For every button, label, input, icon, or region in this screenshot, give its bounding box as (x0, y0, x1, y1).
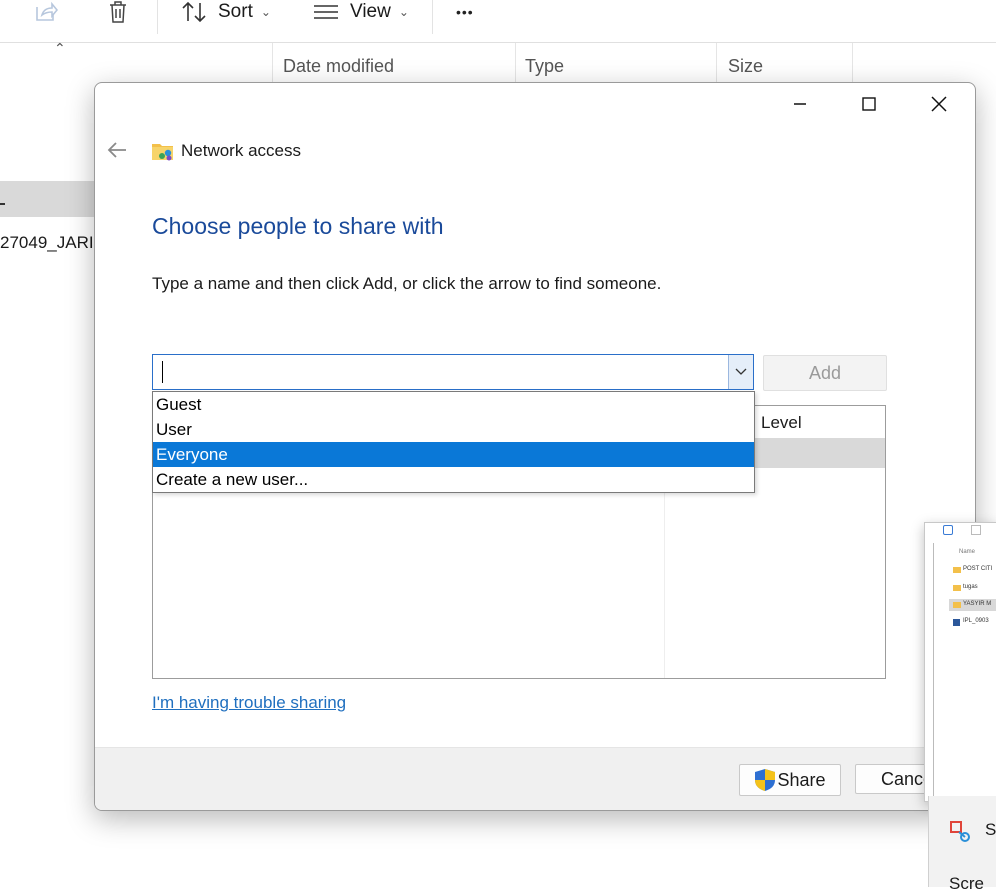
delete-icon[interactable] (106, 0, 130, 24)
snipping-tool-icon (950, 821, 970, 842)
column-type[interactable]: Type (525, 43, 564, 83)
thumb-item: YASYIR M (963, 601, 992, 607)
dialog-footer: Share Cance (95, 747, 975, 810)
minimize-button[interactable] (777, 83, 823, 125)
explorer-thumbnail-preview[interactable]: Name POST CITI tugas YASYIR M IPL_0903 (924, 522, 996, 802)
view-icon (314, 5, 338, 19)
thumb-scrollbar (933, 543, 934, 801)
column-divider (852, 43, 853, 83)
dialog-instruction: Type a name and then click Add, or click… (152, 274, 662, 293)
explorer-toolbar: Sort ⌄ View ⌄ ••• (0, 0, 996, 43)
network-access-dialog: Network access Choose people to share wi… (94, 82, 976, 811)
dialog-heading: Choose people to share with (152, 213, 444, 239)
column-divider (272, 43, 273, 83)
share-button-label: Share (777, 769, 826, 790)
word-doc-icon (953, 619, 960, 626)
share-name-combobox[interactable] (152, 354, 754, 390)
chevron-down-icon (735, 368, 747, 375)
minimize-icon (794, 103, 806, 105)
folder-icon (953, 585, 961, 591)
dropdown-option-user[interactable]: User (153, 417, 754, 442)
snipping-tool-preview[interactable]: Sn Scre (928, 796, 996, 893)
view-button[interactable]: View ⌄ (314, 0, 409, 24)
toolbar-divider (432, 0, 433, 34)
dropdown-arrow-button[interactable] (728, 355, 753, 389)
sort-label: Sort (218, 1, 253, 22)
permission-level-header[interactable]: Level (761, 413, 802, 433)
file-row-name[interactable]: 27049_JARIN (0, 233, 106, 253)
view-label: View (350, 1, 391, 22)
dropdown-option-everyone[interactable]: Everyone (153, 442, 754, 467)
sort-button[interactable]: Sort ⌄ (182, 0, 271, 24)
thumb-column-name: Name (959, 549, 976, 555)
maximize-button[interactable] (846, 83, 892, 125)
dropdown-option-create-user[interactable]: Create a new user... (153, 467, 754, 492)
sort-icon (182, 1, 206, 23)
thumb-item: POST CITI (963, 566, 993, 572)
share-button[interactable]: Share (739, 764, 841, 796)
thumb-toolbar-icon (943, 525, 953, 535)
share-icon[interactable] (34, 0, 58, 24)
maximize-icon (862, 97, 876, 111)
chevron-down-icon: ⌄ (260, 5, 271, 19)
column-size[interactable]: Size (728, 43, 763, 83)
folder-icon (953, 602, 961, 608)
back-button[interactable] (107, 141, 127, 164)
chevron-down-icon: ⌄ (398, 5, 409, 19)
close-icon (931, 96, 947, 112)
thumb-item: IPL_0903 (963, 618, 989, 624)
column-divider (515, 43, 516, 83)
toolbar-divider (157, 0, 158, 34)
column-date-modified[interactable]: Date modified (283, 43, 394, 83)
dialog-nav-title: Network access (181, 141, 301, 160)
close-button[interactable] (916, 83, 962, 125)
column-headers: Date modified Type Size (0, 43, 996, 83)
thumb-toolbar-icon (971, 525, 981, 535)
folder-icon (953, 567, 961, 573)
add-button[interactable]: Add (763, 355, 887, 391)
preview-label: Sn (985, 820, 996, 839)
row-marker (0, 203, 5, 205)
dropdown-option-guest[interactable]: Guest (153, 392, 754, 417)
more-options-button[interactable]: ••• (456, 0, 474, 24)
user-dropdown-list[interactable]: Guest User Everyone Create a new user... (152, 391, 755, 493)
text-caret (162, 361, 163, 383)
trouble-sharing-link[interactable]: I'm having trouble sharing (152, 693, 346, 713)
thumb-item: tugas (963, 584, 978, 590)
network-folder-icon (151, 139, 175, 168)
preview-label: Scre (949, 874, 984, 893)
selected-file-row[interactable] (0, 181, 96, 217)
back-arrow-icon (107, 142, 126, 158)
uac-shield-icon (755, 769, 776, 791)
more-icon: ••• (456, 4, 474, 20)
column-divider (716, 43, 717, 83)
